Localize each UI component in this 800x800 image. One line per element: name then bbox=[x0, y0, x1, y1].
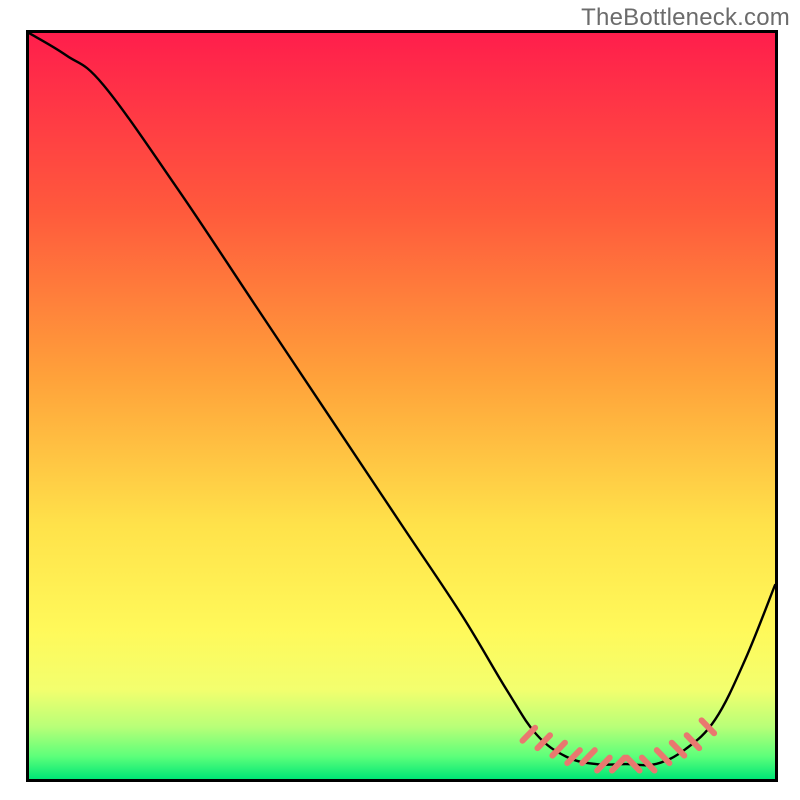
plot-svg bbox=[29, 33, 775, 779]
gradient-background bbox=[29, 33, 775, 779]
watermark-text: TheBottleneck.com bbox=[581, 4, 790, 32]
chart-container: TheBottleneck.com bbox=[0, 0, 800, 800]
plot-frame bbox=[26, 30, 778, 782]
